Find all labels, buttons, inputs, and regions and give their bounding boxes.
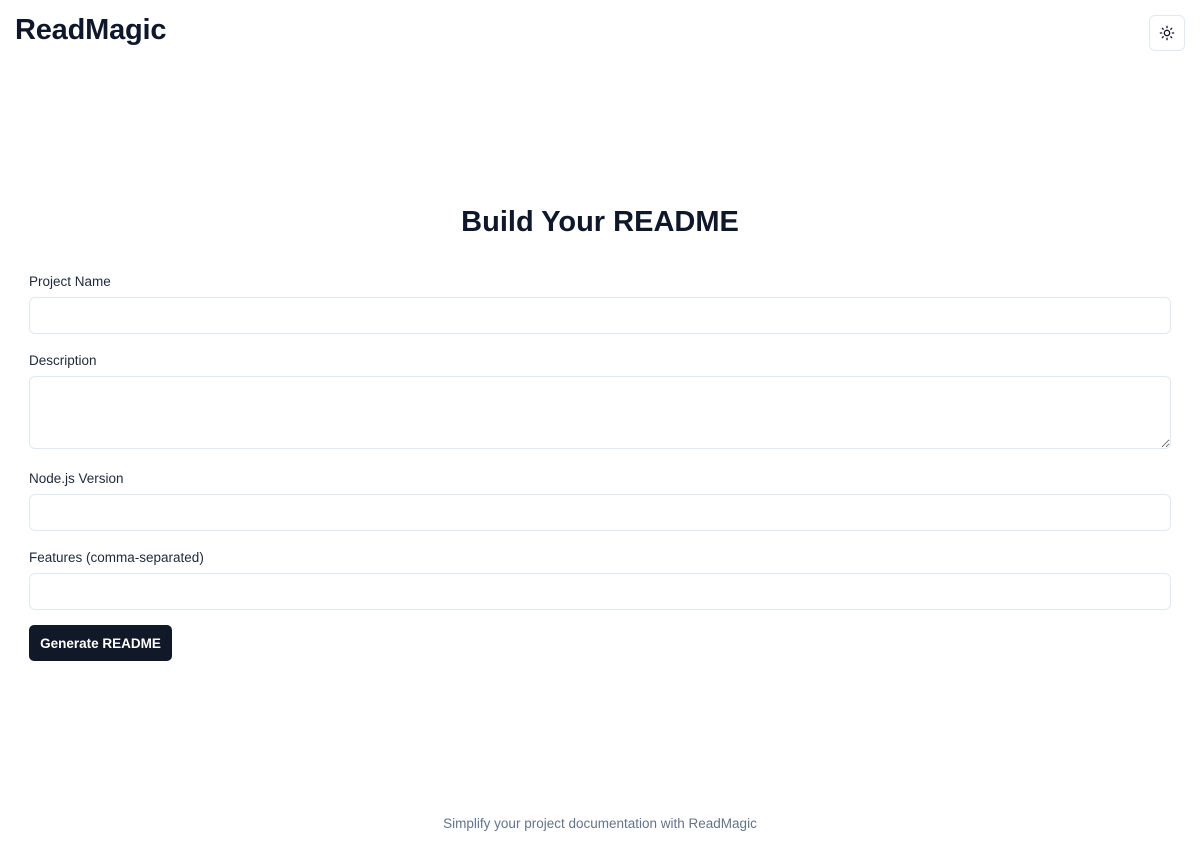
generate-readme-button[interactable]: Generate README — [29, 625, 172, 661]
node-version-input[interactable] — [29, 494, 1171, 531]
sun-icon — [1159, 25, 1175, 41]
page-title: Build Your README — [461, 206, 739, 238]
brand-logo[interactable]: ReadMagic — [15, 14, 167, 47]
description-label: Description — [29, 353, 97, 368]
page: ReadMagic Build Your README Project Name — [0, 0, 1200, 856]
node-version-label: Node.js Version — [29, 471, 124, 486]
footer-tagline: Simplify your project documentation with… — [443, 816, 757, 831]
project-name-input[interactable] — [29, 297, 1171, 334]
project-name-label: Project Name — [29, 274, 111, 289]
features-label: Features (comma-separated) — [29, 550, 204, 565]
readme-form: Project Name Description Node.js Version… — [29, 272, 1171, 661]
features-input[interactable] — [29, 573, 1171, 610]
app-header: ReadMagic — [0, 0, 1200, 66]
description-textarea[interactable] — [29, 376, 1171, 449]
theme-toggle-button[interactable] — [1149, 15, 1185, 51]
